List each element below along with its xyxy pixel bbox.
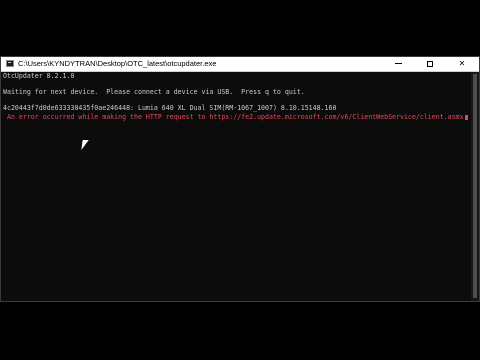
console-window[interactable]: C:\Users\KYNDYTRAN\Desktop\OTC_latest\ot… <box>0 56 480 302</box>
scrollbar-thumb[interactable] <box>473 74 477 298</box>
console-output[interactable]: OtcUpdater 8.2.1.0 Waiting for next devi… <box>1 72 471 301</box>
close-icon: ✕ <box>458 59 466 68</box>
text-cursor <box>465 115 468 120</box>
minimize-button[interactable] <box>383 57 413 71</box>
maximize-button[interactable] <box>415 57 445 71</box>
console-line-device: 4c20443f7d0de633338435f0ae246448: Lumia … <box>3 104 337 112</box>
window-title: C:\Users\KYNDYTRAN\Desktop\OTC_latest\ot… <box>18 59 217 68</box>
close-button[interactable]: ✕ <box>447 57 477 71</box>
window-titlebar[interactable]: C:\Users\KYNDYTRAN\Desktop\OTC_latest\ot… <box>1 57 479 72</box>
console-line-version: OtcUpdater 8.2.1.0 <box>3 72 75 80</box>
console-line-waiting: Waiting for next device. Please connect … <box>3 88 305 96</box>
minimize-icon <box>394 63 402 64</box>
screen: C:\Users\KYNDYTRAN\Desktop\OTC_latest\ot… <box>0 0 480 360</box>
console-line-error: An error occurred while making the HTTP … <box>3 113 471 121</box>
console-icon <box>6 60 14 67</box>
vertical-scrollbar[interactable] <box>471 72 479 301</box>
maximize-icon <box>427 60 433 67</box>
